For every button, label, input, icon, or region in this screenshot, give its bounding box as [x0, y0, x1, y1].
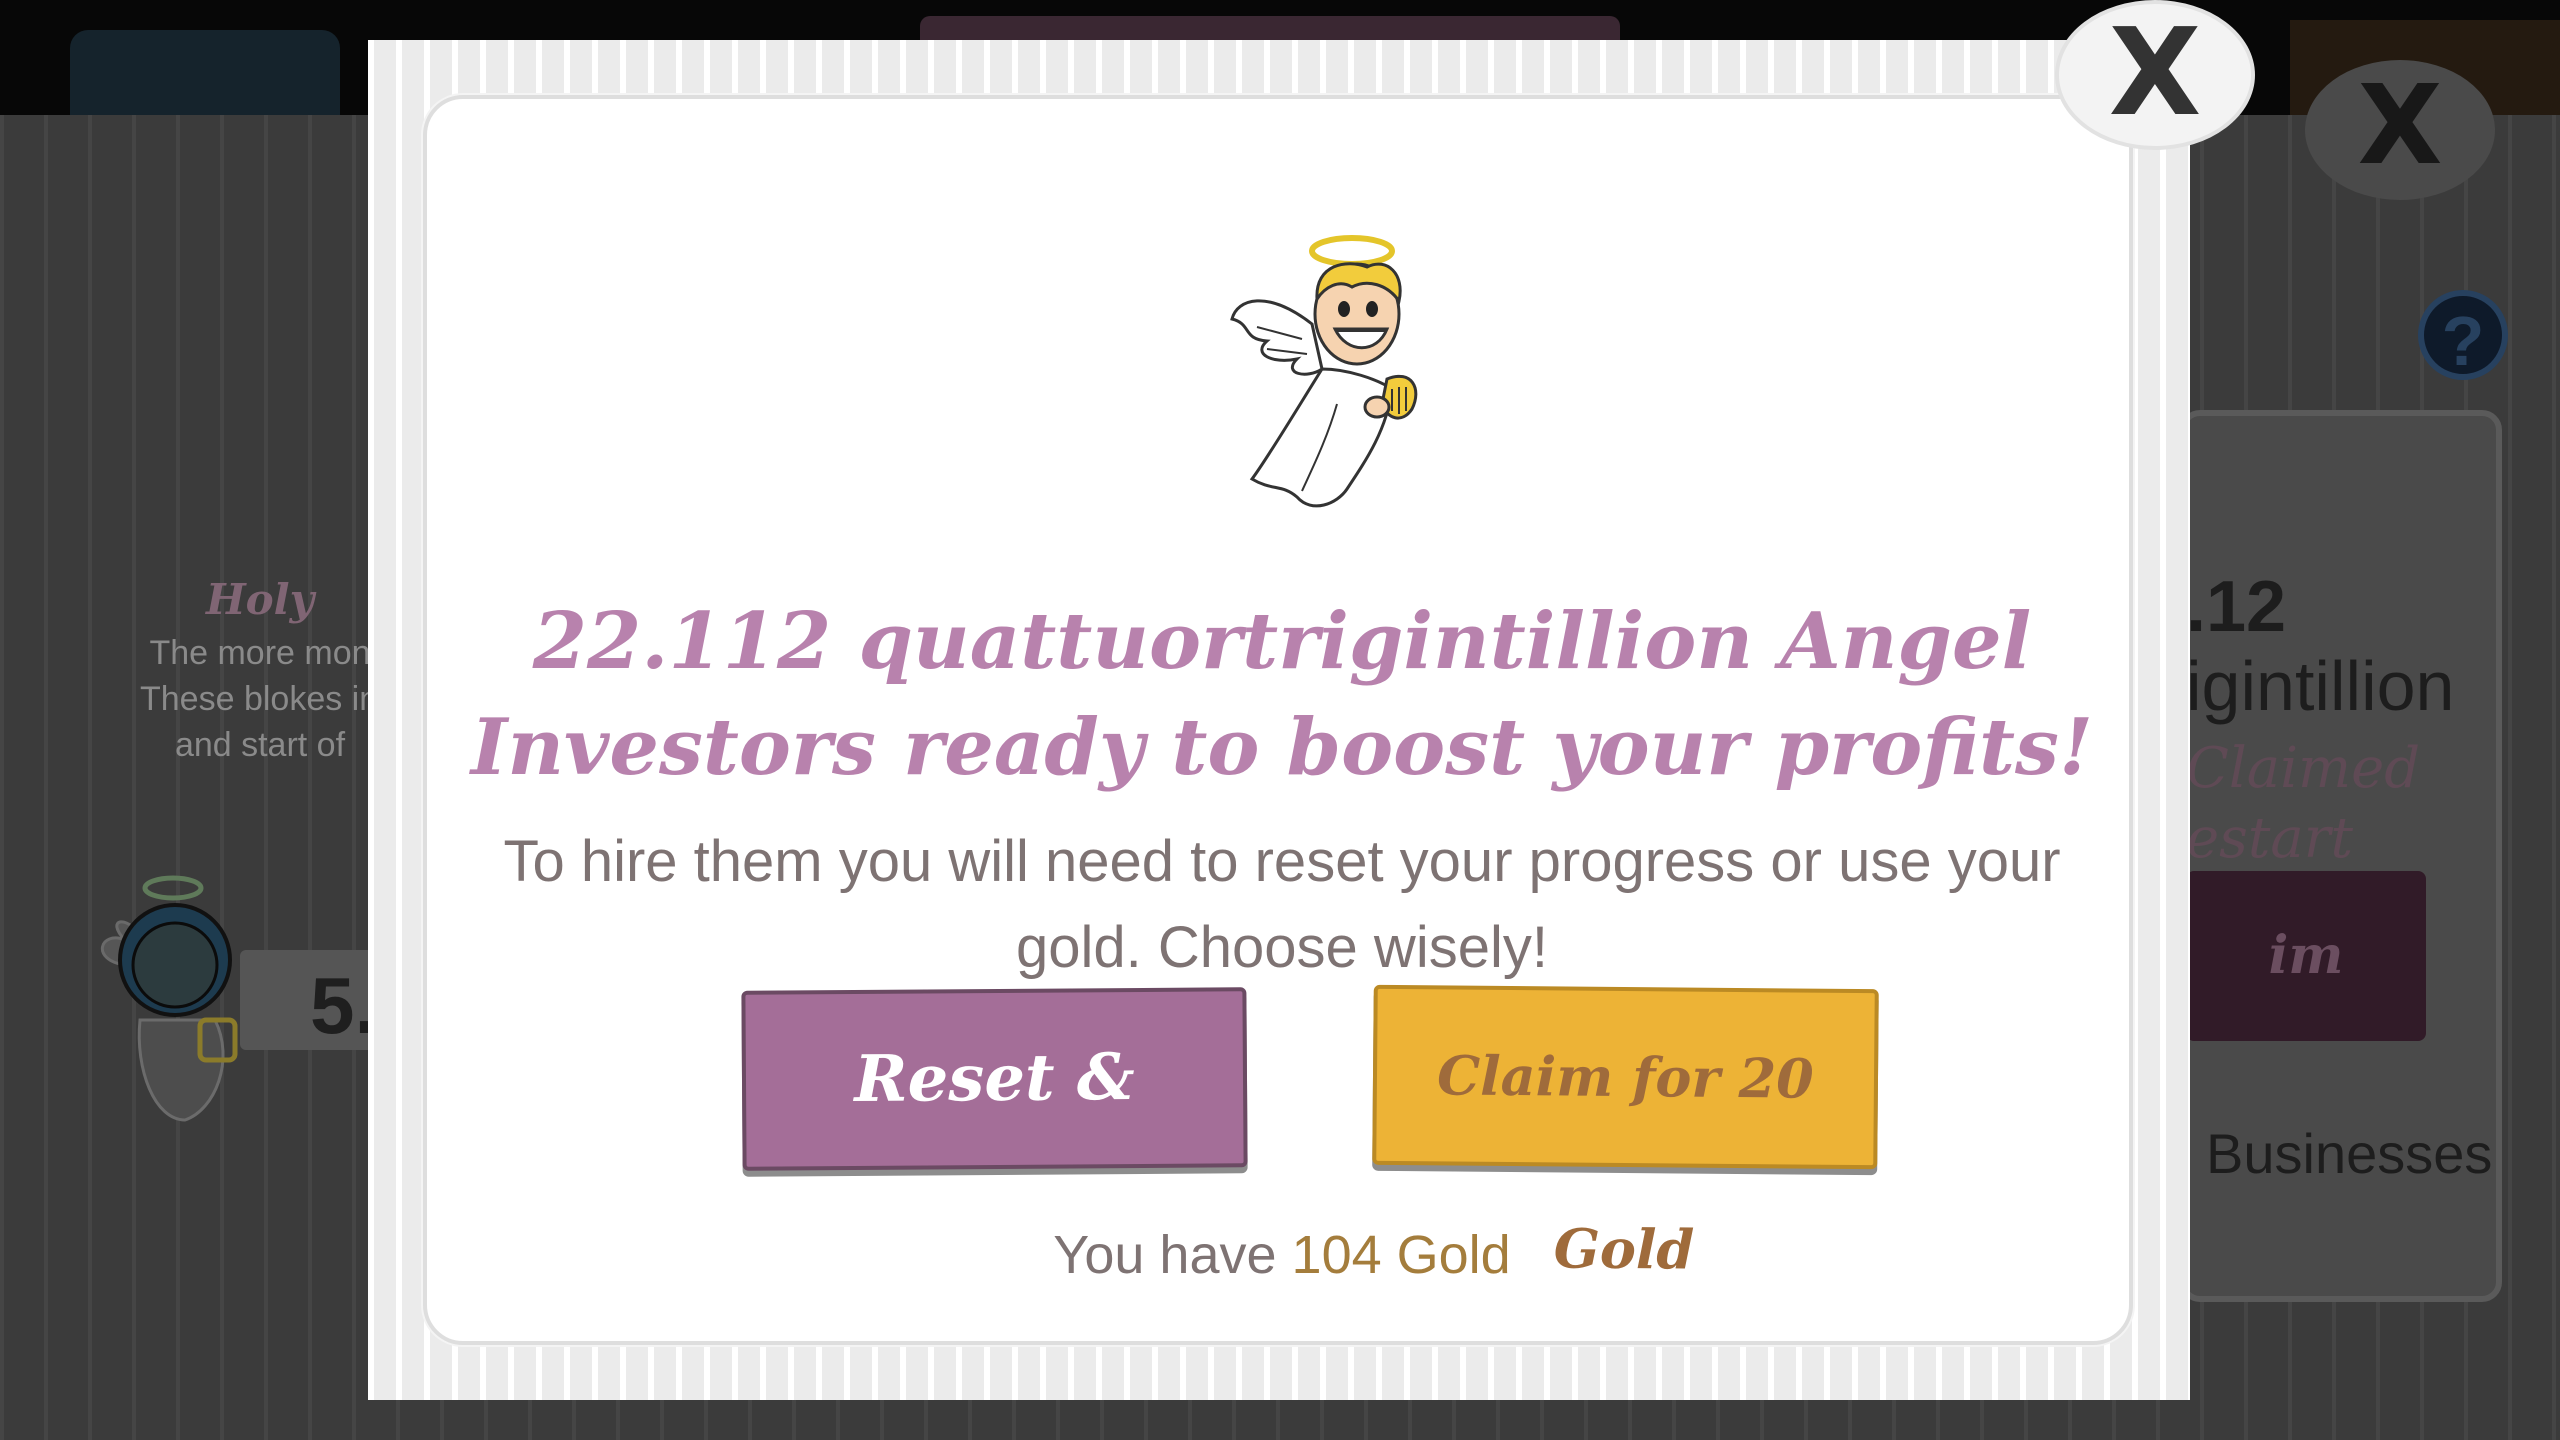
background-card-amount: .12 — [2186, 567, 2287, 647]
background-card-claim-button: im — [2186, 871, 2426, 1041]
background-card-businesses: Businesses — [2206, 1122, 2493, 1185]
background-left-value: 5. — [310, 961, 377, 1050]
background-card-unit: igintillion — [2186, 647, 2455, 725]
angel-investor-icon — [1230, 235, 1418, 508]
gold-balance-amount: 104 Gold — [1291, 1225, 1511, 1285]
help-icon[interactable]: ? — [2418, 290, 2508, 380]
gold-balance: You have 104 Gold — [427, 1224, 2137, 1286]
background-left-line-2: These blokes inc — [140, 680, 396, 718]
background-left-line-1: The more mon — [149, 634, 371, 672]
background-left-line-3: and start of — [174, 726, 346, 764]
game-screen: Holy The more mon These blokes inc and s… — [0, 0, 2560, 1440]
background-left-info: Holy The more mon These blokes inc and s… — [140, 570, 396, 768]
close-icon[interactable]: X — [2055, 0, 2255, 150]
modal-headline: 22.112 quattuortrigintillion Angel Inves… — [470, 596, 2094, 793]
gold-balance-label: You have — [1053, 1225, 1292, 1285]
background-close-icon: X — [2305, 60, 2495, 200]
modal-card: 22.112 quattuortrigintillion Angel Inves… — [423, 95, 2133, 1345]
background-angel-card: .12 igintillion Claimed estart im Busine… — [2180, 410, 2502, 1302]
background-left-title: Holy — [205, 575, 315, 624]
reset-and-claim-button[interactable]: Reset & Claim — [741, 987, 1248, 1289]
modal-body-text: To hire them you will need to reset your… — [503, 829, 2061, 980]
background-angel-icon — [101, 875, 238, 1122]
background-card-claimed: Claimed — [2186, 736, 2421, 801]
background-card-restart: estart — [2186, 806, 2354, 871]
angel-investor-modal: 22.112 quattuortrigintillion Angel Inves… — [368, 40, 2190, 1400]
claim-for-gold-button[interactable]: Claim for 20 Gold — [1372, 984, 1879, 1282]
top-bar-avatar — [70, 30, 340, 115]
